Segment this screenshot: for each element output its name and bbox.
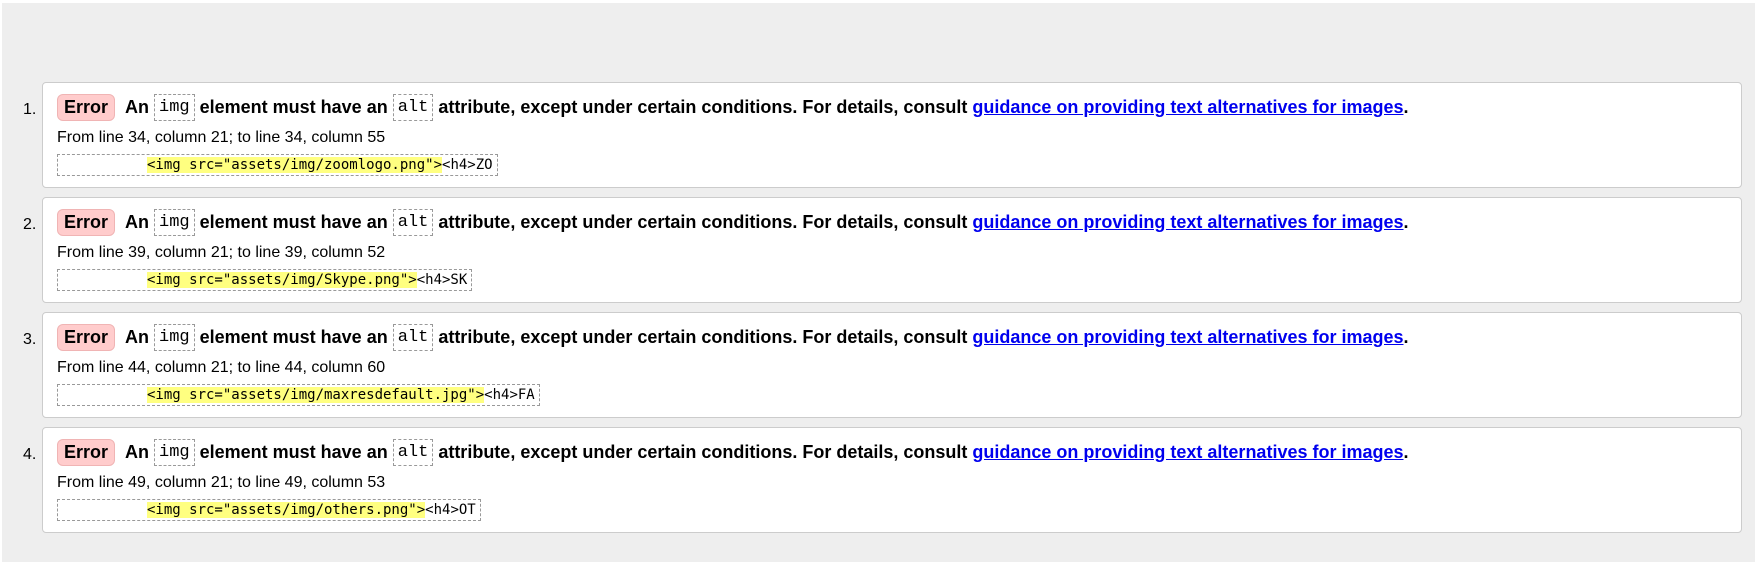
attribute-code: alt — [392, 209, 434, 236]
highlighted-code: <img src="assets/img/maxresdefault.jpg"> — [147, 387, 485, 403]
error-location: From line 44, column 21; to line 44, col… — [57, 359, 386, 376]
code-extract: <img src="assets/img/Skype.png"><h4>SK — [57, 269, 473, 291]
error-badge: Error — [57, 94, 116, 121]
trailing-code: <h4>OT — [425, 502, 476, 518]
highlighted-code: <img src="assets/img/zoomlogo.png"> — [147, 157, 443, 173]
item-number: 1. — [23, 101, 37, 118]
message-text: An — [125, 442, 150, 462]
element-code: img — [154, 324, 195, 351]
error-message: Error An img element must have an alt at… — [57, 324, 1409, 351]
error-badge: Error — [57, 324, 116, 351]
code-extract: <img src="assets/img/others.png"><h4>OT — [57, 499, 481, 521]
message-text: attribute, except under certain conditio… — [438, 97, 968, 117]
guidance-link[interactable]: guidance on providing text alternatives … — [972, 327, 1403, 348]
error-message: Error An img element must have an alt at… — [57, 94, 1409, 121]
error-location: From line 49, column 21; to line 49, col… — [57, 474, 386, 491]
attribute-code: alt — [392, 439, 434, 466]
message-text: attribute, except under certain conditio… — [438, 327, 968, 347]
item-number: 4. — [23, 446, 37, 463]
item-number: 2. — [23, 216, 37, 233]
message-text: element must have an — [199, 327, 388, 347]
attribute-code: alt — [392, 324, 434, 351]
error-item: 3. Error An img element must have an alt… — [23, 312, 1742, 418]
period: . — [1403, 442, 1409, 462]
message-text: element must have an — [199, 97, 388, 117]
element-code: img — [154, 94, 195, 121]
trailing-code: <h4>ZO — [442, 157, 493, 173]
code-extract: <img src="assets/img/zoomlogo.png"><h4>Z… — [57, 154, 498, 176]
code-extract: <img src="assets/img/maxresdefault.jpg">… — [57, 384, 540, 406]
error-item: 2. Error An img element must have an alt… — [23, 197, 1742, 303]
error-location: From line 39, column 21; to line 39, col… — [57, 244, 386, 261]
message-text: element must have an — [199, 442, 388, 462]
error-item: 1. Error An img element must have an alt… — [23, 82, 1742, 188]
error-location: From line 34, column 21; to line 34, col… — [57, 129, 386, 146]
trailing-code: <h4>FA — [484, 387, 535, 403]
element-code: img — [154, 439, 195, 466]
period: . — [1403, 97, 1409, 117]
highlighted-code: <img src="assets/img/Skype.png"> — [147, 272, 417, 288]
trailing-code: <h4>SK — [416, 272, 468, 288]
attribute-code: alt — [392, 94, 434, 121]
error-badge: Error — [57, 209, 116, 236]
item-number: 3. — [23, 331, 37, 348]
element-code: img — [154, 209, 195, 236]
message-text: attribute, except under certain conditio… — [438, 442, 968, 462]
period: . — [1403, 212, 1409, 232]
highlighted-code: <img src="assets/img/others.png"> — [147, 502, 426, 518]
message-text: An — [125, 327, 150, 347]
guidance-link[interactable]: guidance on providing text alternatives … — [972, 97, 1403, 118]
message-text: attribute, except under certain conditio… — [438, 212, 968, 232]
message-text: An — [125, 97, 150, 117]
error-message: Error An img element must have an alt at… — [57, 209, 1409, 236]
error-item: 4. Error An img element must have an alt… — [23, 427, 1742, 533]
guidance-link[interactable]: guidance on providing text alternatives … — [972, 442, 1403, 463]
error-message: Error An img element must have an alt at… — [57, 439, 1409, 466]
guidance-link[interactable]: guidance on providing text alternatives … — [972, 212, 1403, 233]
message-text: An — [125, 212, 150, 232]
message-text: element must have an — [199, 212, 388, 232]
period: . — [1403, 327, 1409, 347]
error-badge: Error — [57, 439, 116, 466]
